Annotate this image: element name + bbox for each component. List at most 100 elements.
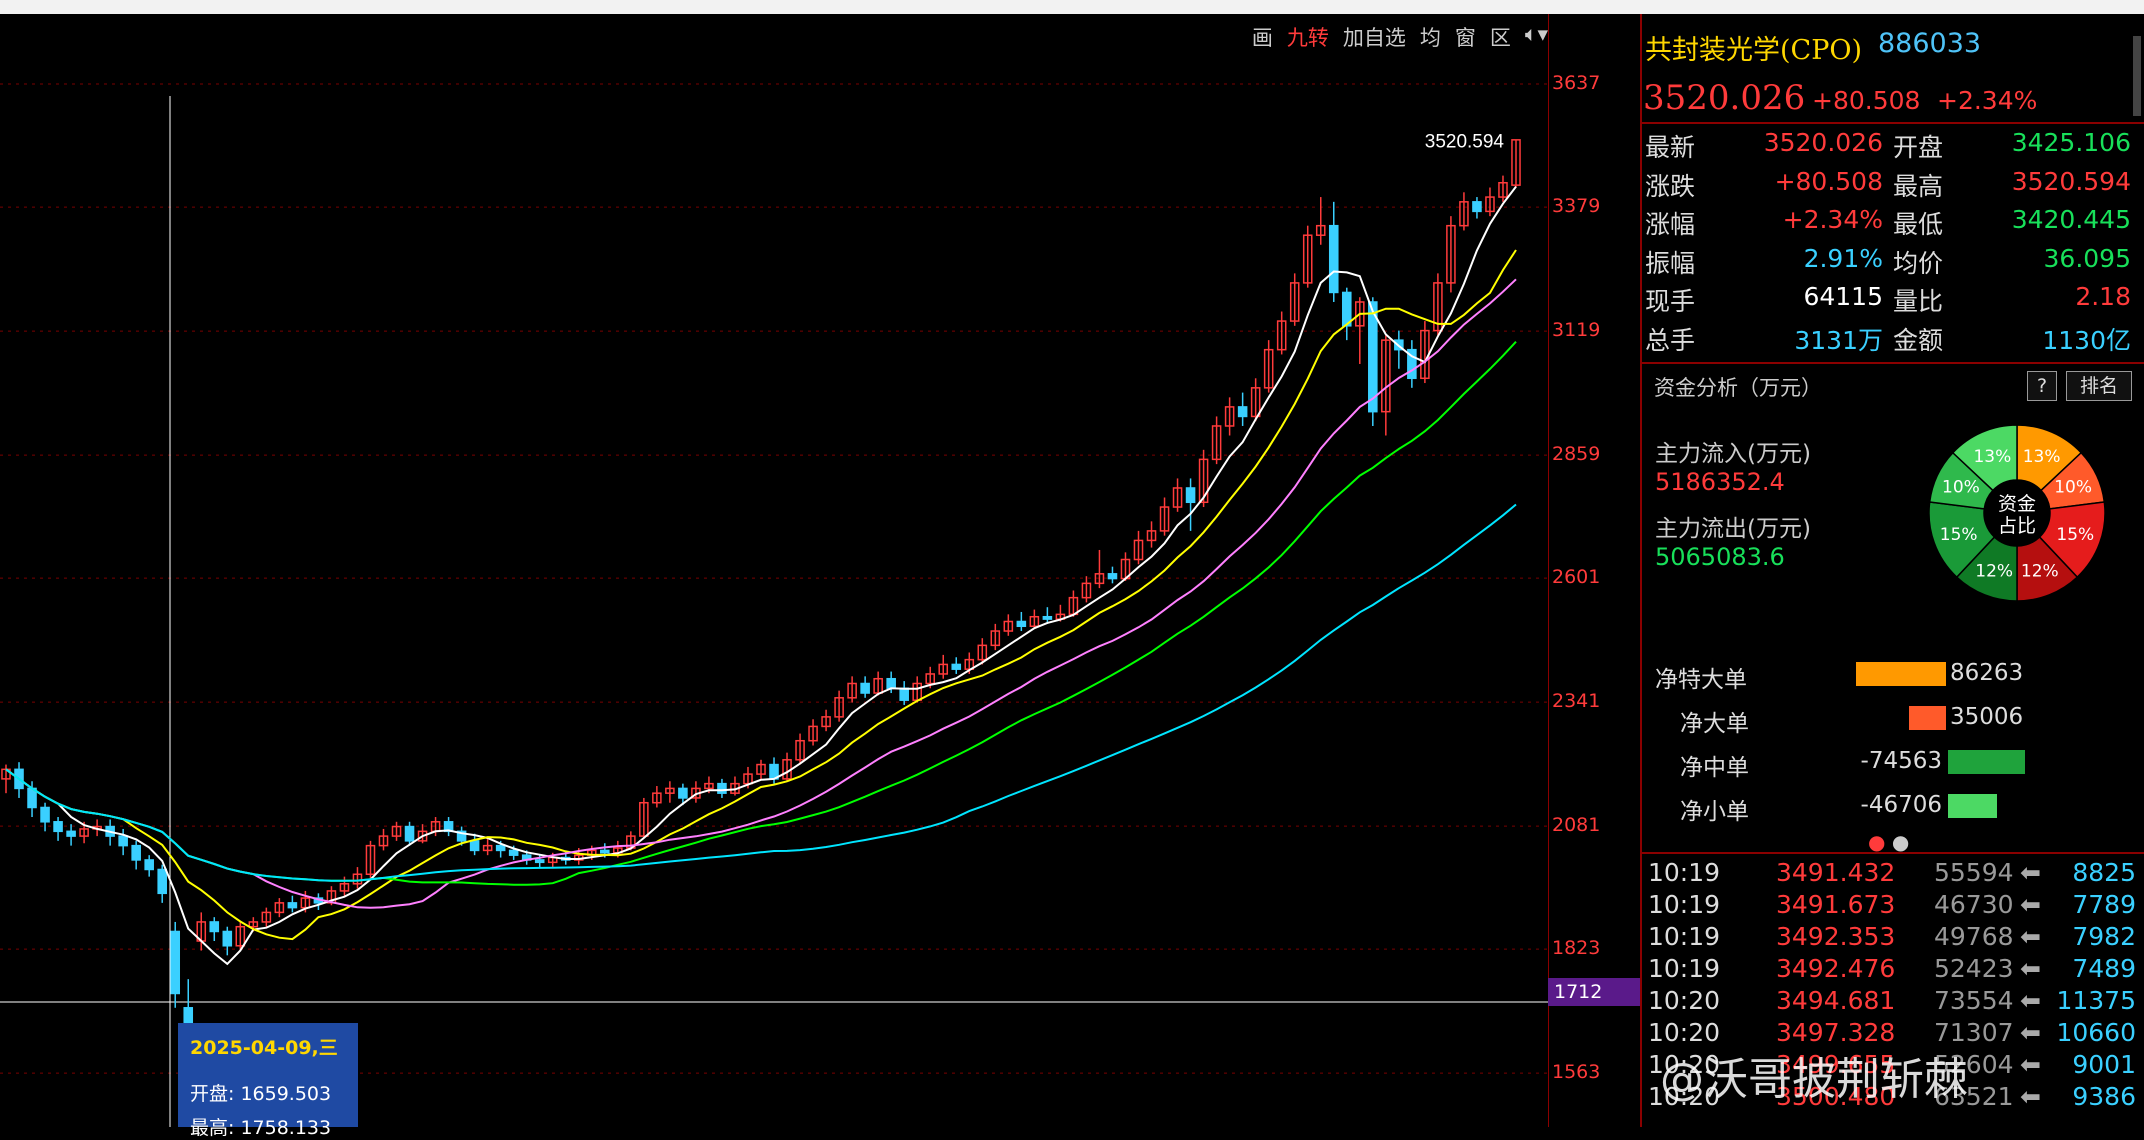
tick-amount: 10660 — [2056, 1018, 2136, 1047]
candle — [40, 806, 50, 823]
y-tick-label: 1563 — [1552, 1061, 1601, 1084]
tick-row: 10:19 3491.432 55594 ⬅ 8825 — [1648, 858, 2138, 890]
rank-button[interactable]: 排名 — [2066, 371, 2132, 401]
pie-slice-label: 15% — [1940, 525, 1978, 545]
quote-row: 最新 3520.026 开盘 3425.106 — [1645, 128, 2135, 162]
add-watchlist-button[interactable]: 加自选 — [1343, 22, 1406, 52]
tick-time: 10:19 — [1648, 954, 1721, 983]
index-code: 886033 — [1878, 28, 1982, 59]
range-button[interactable]: 区 — [1490, 22, 1511, 52]
candle — [1472, 201, 1482, 213]
quote-value: 3520.026 — [1763, 128, 1883, 157]
index-name: 共封装光学(CPO) — [1645, 35, 1863, 66]
candle — [886, 677, 896, 690]
candle — [717, 782, 727, 794]
tick-amount: 7982 — [2072, 922, 2136, 951]
candle — [495, 844, 506, 852]
tick-price: 3492.353 — [1776, 922, 1896, 951]
y-tick-label: 1823 — [1552, 937, 1601, 960]
tick-arrow-icon: ⬅ — [2020, 1018, 2041, 1047]
quote-value: +2.34% — [1782, 205, 1883, 234]
kline-chart-area[interactable]: 3520.594 — [0, 14, 1548, 1127]
tick-arrow-icon: ⬅ — [2020, 954, 2041, 983]
divider — [1640, 122, 2144, 124]
quote-value: +80.508 — [1774, 166, 1883, 196]
speaker-icon[interactable]: 🔈︎▾ — [1525, 22, 1548, 52]
order-value: -46706 — [1860, 792, 1942, 818]
candle — [469, 840, 480, 852]
tick-amount: 9001 — [2072, 1050, 2136, 1079]
pie-slice-label: 13% — [1973, 447, 2011, 467]
candle — [1341, 291, 1352, 327]
tick-arrow-icon: ⬅ — [2020, 858, 2041, 887]
tick-price: 3491.432 — [1776, 858, 1896, 887]
pie-slice-label: 12% — [1975, 562, 2013, 582]
inflow-label: 主力流入(万元) — [1655, 441, 1811, 467]
order-value: 86263 — [1950, 660, 2024, 686]
quote-label: 量比 — [1893, 287, 1944, 316]
candle — [600, 849, 610, 854]
order-bar — [1856, 662, 1946, 686]
watermark: @沃哥披荆斩棘 — [1660, 1054, 1968, 1105]
tick-price: 3494.681 — [1776, 986, 1896, 1015]
tick-row: 10:19 3492.353 49768 ⬅ 7982 — [1648, 922, 2138, 954]
tick-volume: 55594 — [1934, 858, 2014, 887]
quote-label: 最新 — [1645, 133, 1696, 162]
quote-value: 3420.445 — [2011, 205, 2131, 234]
pie-center-label: 资金 — [1998, 493, 2036, 515]
draw-button[interactable]: 画 — [1252, 22, 1273, 52]
quote-label: 金额 — [1893, 325, 1944, 355]
tooltip-date: 2025-04-09,三 — [190, 1037, 338, 1059]
quote-row: 振幅 2.91% 均价 36.095 — [1645, 244, 2135, 278]
quote-row: 涨跌 +80.508 最高 3520.594 — [1645, 167, 2135, 201]
quote-value: 1130亿 — [2042, 325, 2131, 355]
crosshair-price-label: 1712 — [1548, 978, 1640, 1006]
nine-turn-button[interactable]: 九转 — [1287, 22, 1329, 52]
pie-center-label: 占比 — [1998, 515, 2036, 537]
ma-line-ma5 — [5, 185, 1517, 966]
price-change-pct: +2.34% — [1937, 86, 2038, 115]
tick-row: 10:19 3492.476 52423 ⬅ 7489 — [1648, 954, 2138, 986]
candle — [404, 825, 415, 842]
quote-label: 涨跌 — [1645, 171, 1696, 201]
fund-pie-chart: 13% 10% 15% 12% 12% 15% 10% 13% 资金占比 — [1928, 424, 2106, 602]
candle — [222, 930, 233, 947]
order-bar — [1948, 750, 2025, 774]
candle — [287, 902, 298, 909]
tick-volume: 52423 — [1934, 954, 2014, 983]
candle — [53, 821, 63, 833]
tick-amount: 7489 — [2072, 954, 2136, 983]
tick-time: 10:20 — [1648, 986, 1721, 1015]
tooltip-open: 开盘: 1659.503 — [190, 1083, 332, 1105]
y-tick-label: 2341 — [1552, 690, 1601, 713]
help-button[interactable]: ? — [2027, 371, 2057, 401]
tick-arrow-icon: ⬅ — [2020, 922, 2041, 951]
page-dots[interactable]: ● ● — [1868, 830, 1909, 854]
sidebar-scrollbar[interactable] — [2133, 36, 2141, 116]
quote-row: 现手 64115 量比 2.18 — [1645, 282, 2135, 316]
quote-label: 振幅 — [1645, 248, 1696, 278]
candle — [678, 787, 688, 799]
candle — [951, 663, 962, 670]
tick-volume: 46730 — [1934, 890, 2014, 919]
window-button[interactable]: 窗 — [1455, 22, 1476, 52]
average-button[interactable]: 均 — [1420, 22, 1441, 52]
tick-volume: 73554 — [1934, 986, 2014, 1015]
divider — [1640, 852, 2144, 854]
candle — [1107, 573, 1118, 580]
tick-arrow-icon: ⬅ — [2020, 890, 2041, 919]
candle — [860, 682, 870, 694]
quote-label: 现手 — [1645, 287, 1696, 316]
order-bar — [1909, 706, 1946, 730]
price-change: +80.508 — [1812, 86, 1921, 115]
ma-line-ma30 — [5, 341, 1517, 886]
candle — [508, 849, 519, 856]
quote-value: 2.91% — [1803, 243, 1883, 273]
candle — [1042, 615, 1053, 620]
y-tick-label: 3119 — [1552, 319, 1601, 342]
tick-row: 10:20 3494.681 73554 ⬅ 11375 — [1648, 986, 2138, 1018]
quote-label: 最低 — [1893, 210, 1944, 239]
tick-volume: 49768 — [1934, 922, 2014, 951]
tick-row: 10:19 3491.673 46730 ⬅ 7789 — [1648, 890, 2138, 922]
candlestick-chart[interactable]: 3520.594 — [0, 14, 1548, 1127]
